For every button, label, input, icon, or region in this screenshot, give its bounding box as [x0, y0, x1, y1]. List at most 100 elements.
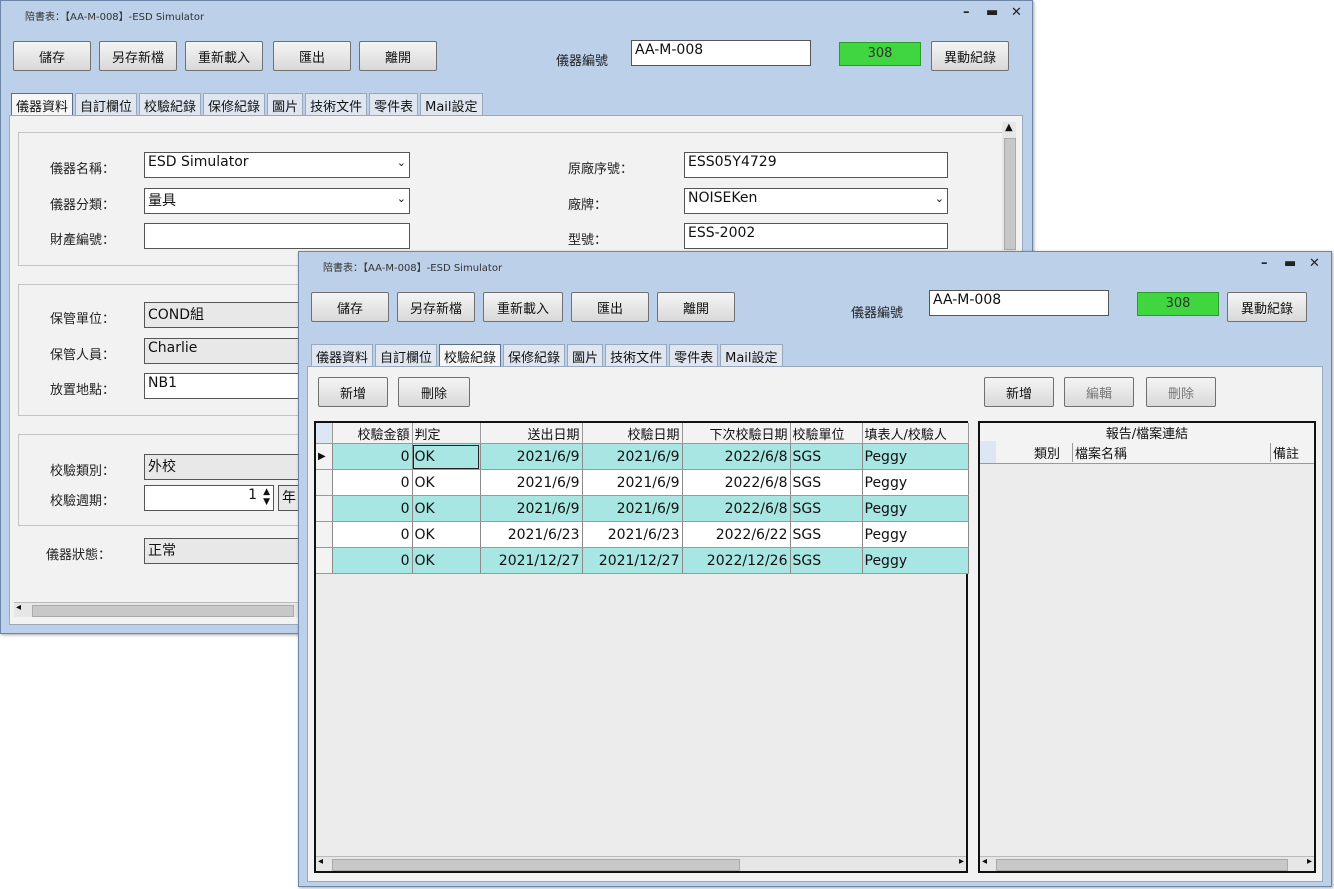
report-grid[interactable]: 報告/檔案連結 類別 檔案名稱 備註 ◂ ▸ [978, 421, 1316, 873]
tab-instrument-info[interactable]: 儀器資料 [311, 344, 374, 367]
cell-cal-unit[interactable]: SGS [790, 521, 863, 548]
cell-next-date[interactable]: 2022/12/26 [682, 547, 791, 574]
chevron-left-icon[interactable]: ◂ [16, 602, 21, 613]
col-header-amount[interactable]: 校驗金額 [332, 423, 413, 444]
back-vertical-scrollbar[interactable]: ▲ [1002, 122, 1016, 252]
chevron-up-icon[interactable]: ▲ [1005, 122, 1013, 133]
scrollbar-thumb[interactable] [332, 859, 740, 871]
cell-amount[interactable]: 0 [332, 469, 413, 496]
table-row[interactable]: ▶ 0 OK 2021/6/9 2021/6/9 2022/6/8 SGS Pe… [316, 443, 969, 470]
cell-next-date[interactable]: 2022/6/8 [682, 495, 791, 522]
cell-next-date[interactable]: 2022/6/22 [682, 521, 791, 548]
report-edit-button[interactable]: 編輯 [1064, 377, 1134, 407]
back-reload-button[interactable]: 重新載入 [185, 41, 263, 71]
model-field[interactable]: ESS-2002 [684, 223, 948, 249]
cell-cal-date[interactable]: 2021/6/23 [582, 521, 683, 548]
report-hscrollbar[interactable]: ◂ ▸ [980, 856, 1314, 871]
tab-parts-list[interactable]: 零件表 [369, 93, 419, 116]
cell-cal-date[interactable]: 2021/6/9 [582, 495, 683, 522]
brand-select[interactable]: NOISEKen ⌄ [684, 188, 948, 214]
cell-cal-unit[interactable]: SGS [790, 469, 863, 496]
col-header-category[interactable]: 類別 [1034, 443, 1060, 462]
cell-filler[interactable]: Peggy [862, 469, 969, 496]
name-select[interactable]: ESD Simulator ⌄ [144, 152, 410, 178]
cell-sent-date[interactable]: 2021/12/27 [480, 547, 583, 574]
row-selector[interactable] [316, 547, 333, 574]
col-header-next-date[interactable]: 下次校驗日期 [682, 423, 791, 444]
row-selector-icon[interactable]: ▶ [316, 443, 333, 470]
cell-next-date[interactable]: 2022/6/8 [682, 443, 791, 470]
col-header-cal-date[interactable]: 校驗日期 [582, 423, 683, 444]
tab-pictures[interactable]: 圖片 [267, 93, 304, 116]
cell-amount[interactable]: 0 [332, 495, 413, 522]
front-instrument-no-field[interactable]: AA-M-008 [929, 290, 1109, 316]
col-header-sent-date[interactable]: 送出日期 [480, 423, 583, 444]
chevron-right-icon[interactable]: ▸ [959, 856, 964, 867]
spinner-icon[interactable]: ▲ ▼ [263, 487, 270, 507]
chevron-left-icon[interactable]: ◂ [982, 856, 987, 867]
person-field[interactable]: Charlie [144, 338, 314, 364]
cell-judgement[interactable]: OK [412, 443, 481, 470]
row-selector[interactable] [316, 469, 333, 496]
cell-judgement[interactable]: OK [412, 547, 481, 574]
cal-period-stepper[interactable]: 1 ▲ ▼ [144, 485, 274, 511]
tab-pictures[interactable]: 圖片 [567, 344, 604, 367]
unit-field[interactable]: COND組 [144, 302, 314, 328]
cal-type-field[interactable]: 外校 [144, 454, 314, 480]
location-field[interactable]: NB1 [144, 373, 314, 399]
tab-maintenance-records[interactable]: 保修紀錄 [503, 344, 566, 367]
tab-tech-docs[interactable]: 技術文件 [605, 344, 668, 367]
calibration-grid[interactable]: 校驗金額 判定 送出日期 校驗日期 下次校驗日期 校驗單位 填表人/校驗人 ▶ … [314, 421, 969, 873]
cell-cal-unit[interactable]: SGS [790, 495, 863, 522]
close-icon[interactable]: ✕ [1309, 256, 1320, 271]
cell-amount[interactable]: 0 [332, 443, 413, 470]
maximize-icon[interactable]: ▬ [1284, 256, 1296, 271]
tab-instrument-info[interactable]: 儀器資料 [11, 93, 74, 116]
col-header-filler[interactable]: 填表人/校驗人 [862, 423, 969, 444]
calibration-delete-button[interactable]: 刪除 [398, 377, 470, 407]
close-icon[interactable]: ✕ [1011, 5, 1022, 20]
col-header-judgement[interactable]: 判定 [412, 423, 481, 444]
back-instrument-no-field[interactable]: AA-M-008 [631, 40, 811, 66]
back-exit-button[interactable]: 離開 [359, 41, 437, 71]
cell-filler[interactable]: Peggy [862, 547, 969, 574]
tab-custom-fields[interactable]: 自訂欄位 [75, 93, 138, 116]
cell-next-date[interactable]: 2022/6/8 [682, 469, 791, 496]
calibration-hscrollbar[interactable]: ◂ ▸ [316, 856, 966, 871]
asset-field[interactable] [144, 223, 410, 249]
cell-filler[interactable]: Peggy [862, 521, 969, 548]
cell-cal-date[interactable]: 2021/12/27 [582, 547, 683, 574]
table-row[interactable]: 0 OK 2021/6/9 2021/6/9 2022/6/8 SGS Pegg… [316, 469, 969, 496]
back-save-as-button[interactable]: 另存新檔 [99, 41, 177, 71]
back-horizontal-scrollbar[interactable]: ◂ [14, 602, 302, 617]
table-row[interactable]: 0 OK 2021/6/9 2021/6/9 2022/6/8 SGS Pegg… [316, 495, 969, 522]
scrollbar-thumb[interactable] [996, 859, 1288, 871]
cell-sent-date[interactable]: 2021/6/9 [480, 443, 583, 470]
minimize-icon[interactable]: – [1261, 256, 1268, 271]
front-export-button[interactable]: 匯出 [571, 292, 649, 322]
table-row[interactable]: 0 OK 2021/12/27 2021/12/27 2022/12/26 SG… [316, 547, 969, 574]
cell-filler[interactable]: Peggy [862, 443, 969, 470]
cell-judgement[interactable]: OK [412, 495, 481, 522]
tab-calibration-records[interactable]: 校驗紀錄 [139, 93, 202, 116]
front-reload-button[interactable]: 重新載入 [483, 292, 563, 322]
row-selector[interactable] [316, 495, 333, 522]
cell-cal-date[interactable]: 2021/6/9 [582, 443, 683, 470]
scrollbar-thumb[interactable] [32, 605, 294, 617]
cell-filler[interactable]: Peggy [862, 495, 969, 522]
status-field[interactable]: 正常 [144, 538, 314, 564]
col-header-cal-unit[interactable]: 校驗單位 [790, 423, 863, 444]
chevron-left-icon[interactable]: ◂ [318, 856, 323, 867]
tab-calibration-records[interactable]: 校驗紀錄 [439, 344, 502, 367]
back-export-button[interactable]: 匯出 [273, 41, 351, 71]
col-header-file-name[interactable]: 檔案名稱 [1072, 443, 1127, 462]
cell-judgement[interactable]: OK [412, 469, 481, 496]
cell-amount[interactable]: 0 [332, 521, 413, 548]
serial-field[interactable]: ESS05Y4729 [684, 152, 948, 178]
cell-cal-date[interactable]: 2021/6/9 [582, 469, 683, 496]
maximize-icon[interactable]: ▬ [986, 5, 998, 20]
cell-judgement[interactable]: OK [412, 521, 481, 548]
col-header-remark[interactable]: 備註 [1270, 443, 1299, 462]
cell-cal-unit[interactable]: SGS [790, 547, 863, 574]
category-select[interactable]: 量具 ⌄ [144, 188, 410, 214]
